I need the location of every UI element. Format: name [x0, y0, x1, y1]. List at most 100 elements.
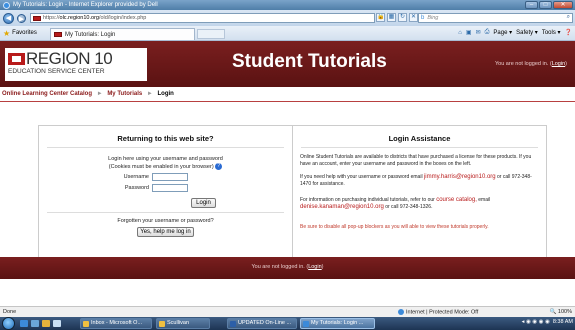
support-email-link[interactable]: jimmy.harris@region10.org: [424, 174, 496, 180]
globe-icon: [398, 309, 404, 315]
address-tools: 🔒 ▦ ↻ ✕: [376, 13, 418, 22]
breadcrumb-catalog[interactable]: Online Learning Center Catalog: [2, 91, 92, 97]
header-login-link[interactable]: Login: [552, 61, 565, 67]
address-toolbar: ◀ ▶ https://olc.region10.org/old/login/i…: [0, 10, 575, 26]
assistance-purchase: For information on purchasing individual…: [300, 197, 491, 210]
site-banner: REGION 10 EDUCATION SERVICE CENTER Stude…: [0, 41, 575, 87]
lock-icon[interactable]: 🔒: [376, 13, 385, 22]
stop-icon[interactable]: ✕: [409, 13, 418, 22]
help-me-login-button[interactable]: Yes, help me log in: [137, 227, 194, 237]
password-label: Password: [124, 185, 149, 192]
site-favicon: [33, 15, 41, 21]
username-label: Username: [123, 174, 149, 181]
safety-menu[interactable]: Safety ▾: [516, 29, 538, 36]
login-heading: Returning to this web site?: [117, 134, 214, 143]
status-bar: Done Internet | Protected Mode: Off 🔍 10…: [0, 306, 575, 317]
refresh-icon[interactable]: ↻: [398, 13, 407, 22]
system-tray: ◂ ◉ ◉ ◉ ◉ 8:38 AM: [521, 319, 573, 325]
footer-login-link[interactable]: Login: [308, 264, 321, 270]
taskbar-my-tutorials[interactable]: My Tutorials: Login ...: [300, 318, 375, 329]
divider: [47, 147, 284, 148]
zoom-level[interactable]: 🔍 100%: [550, 309, 572, 315]
breadcrumb-separator: ►: [146, 91, 153, 97]
logo-name: REGION 10: [26, 49, 113, 68]
home-icon[interactable]: ⌂: [458, 30, 462, 36]
search-icon[interactable]: ⌕: [567, 14, 570, 21]
favorites-label: Favorites: [12, 30, 37, 36]
username-row: Username: [123, 173, 188, 181]
breadcrumb: Online Learning Center Catalog ► My Tuto…: [2, 91, 174, 97]
forgot-text: Forgotten your username or password?: [117, 218, 214, 224]
course-catalog-link[interactable]: course catalog,: [436, 197, 477, 203]
search-placeholder: Bing: [427, 15, 439, 21]
desktop-quicklaunch-icon[interactable]: [31, 320, 39, 327]
media-quicklaunch-icon[interactable]: [53, 320, 61, 327]
explorer-quicklaunch-icon[interactable]: [42, 320, 50, 327]
divider: [47, 212, 284, 213]
divider: [0, 101, 575, 102]
feeds-icon[interactable]: ▣: [466, 29, 472, 36]
username-field[interactable]: [152, 173, 188, 181]
password-row: Password: [123, 184, 188, 192]
logo-mark-icon: [8, 53, 25, 65]
login-button[interactable]: Login: [191, 198, 216, 208]
window-title: My Tutorials: Login - Internet Explorer …: [13, 2, 158, 8]
print-icon[interactable]: ⎙: [485, 29, 490, 36]
address-url[interactable]: https://olc.region10.org/old/login/index…: [43, 15, 146, 21]
divider: [301, 147, 538, 148]
back-button[interactable]: ◀: [3, 12, 14, 24]
start-button[interactable]: [2, 317, 15, 330]
site-footer: You are not logged in. (Login): [0, 257, 575, 279]
region10-logo[interactable]: REGION 10 EDUCATION SERVICE CENTER: [5, 48, 147, 81]
forward-button[interactable]: ▶: [17, 13, 26, 23]
internet-explorer-icon: [3, 1, 10, 9]
favorites-bar: ★ Favorites My Tutorials: Login ⌂ ▣ ✉ ⎙ …: [0, 26, 575, 41]
mail-icon[interactable]: ✉: [476, 29, 481, 36]
page-menu[interactable]: Page ▾: [493, 29, 512, 36]
password-field[interactable]: [152, 184, 188, 192]
favorites-button[interactable]: ★ Favorites: [3, 29, 37, 38]
star-icon: ★: [3, 28, 11, 38]
login-status: You are not logged in. (Login): [495, 61, 567, 67]
compatibility-icon[interactable]: ▦: [387, 13, 396, 22]
maximize-button[interactable]: □: [539, 1, 552, 9]
breadcrumb-current: Login: [157, 91, 174, 97]
logo-subtitle: EDUCATION SERVICE CENTER: [8, 68, 105, 75]
breadcrumb-my-tutorials[interactable]: My Tutorials: [107, 91, 142, 97]
new-tab-button[interactable]: [197, 29, 225, 39]
taskbar-outlook[interactable]: Inbox - Microsoft O...: [80, 318, 152, 329]
clock[interactable]: 8:38 AM: [553, 319, 573, 325]
address-bar[interactable]: https://olc.region10.org/old/login/index…: [30, 13, 375, 23]
popup-warning: Be sure to disable all pop-up blockers a…: [300, 224, 489, 230]
minimize-button[interactable]: –: [525, 1, 538, 9]
status-text: Done: [3, 309, 17, 315]
assistance-heading: Login Assistance: [388, 134, 451, 143]
assistance-panel: Login Assistance Online Student Tutorial…: [293, 125, 547, 260]
tools-menu[interactable]: Tools ▾: [542, 29, 561, 36]
help-menu-icon[interactable]: ❓: [565, 29, 572, 36]
taskbar: Inbox - Microsoft O... Scullivan UPDATED…: [0, 317, 575, 330]
breadcrumb-separator: ►: [96, 91, 103, 97]
tab-my-tutorials[interactable]: My Tutorials: Login: [50, 28, 195, 40]
taskbar-scullivan[interactable]: Scullivan: [156, 318, 210, 329]
window-controls: – □ ✕: [525, 1, 573, 9]
close-button[interactable]: ✕: [553, 1, 573, 9]
command-bar: ⌂ ▣ ✉ ⎙ Page ▾ Safety ▾ Tools ▾ ❓: [458, 29, 572, 36]
page-content: REGION 10 EDUCATION SERVICE CENTER Stude…: [0, 41, 575, 306]
tab-favicon: [54, 32, 62, 37]
login-panel: Returning to this web site? Login here u…: [38, 125, 293, 260]
search-input[interactable]: b Bing ⌕: [418, 13, 573, 23]
sales-email-link[interactable]: denise.kanaman@region10.org: [300, 204, 384, 210]
footer-login-status: You are not logged in. (Login): [251, 264, 324, 270]
tab-title: My Tutorials: Login: [65, 31, 116, 38]
taskbar-updated-online[interactable]: UPDATED On-Line ...: [227, 318, 297, 329]
assistance-intro: Online Student Tutorials are available t…: [300, 154, 532, 167]
site-title: Student Tutorials: [232, 51, 387, 72]
browser-window: My Tutorials: Login - Internet Explorer …: [0, 0, 575, 330]
help-icon[interactable]: ?: [215, 163, 223, 170]
ie-quicklaunch-icon[interactable]: [20, 320, 28, 327]
title-bar: My Tutorials: Login - Internet Explorer …: [0, 0, 575, 10]
bing-icon: b: [421, 15, 425, 21]
security-zone[interactable]: Internet | Protected Mode: Off: [398, 309, 478, 315]
login-instructions: Login here using your username and passw…: [108, 156, 223, 170]
